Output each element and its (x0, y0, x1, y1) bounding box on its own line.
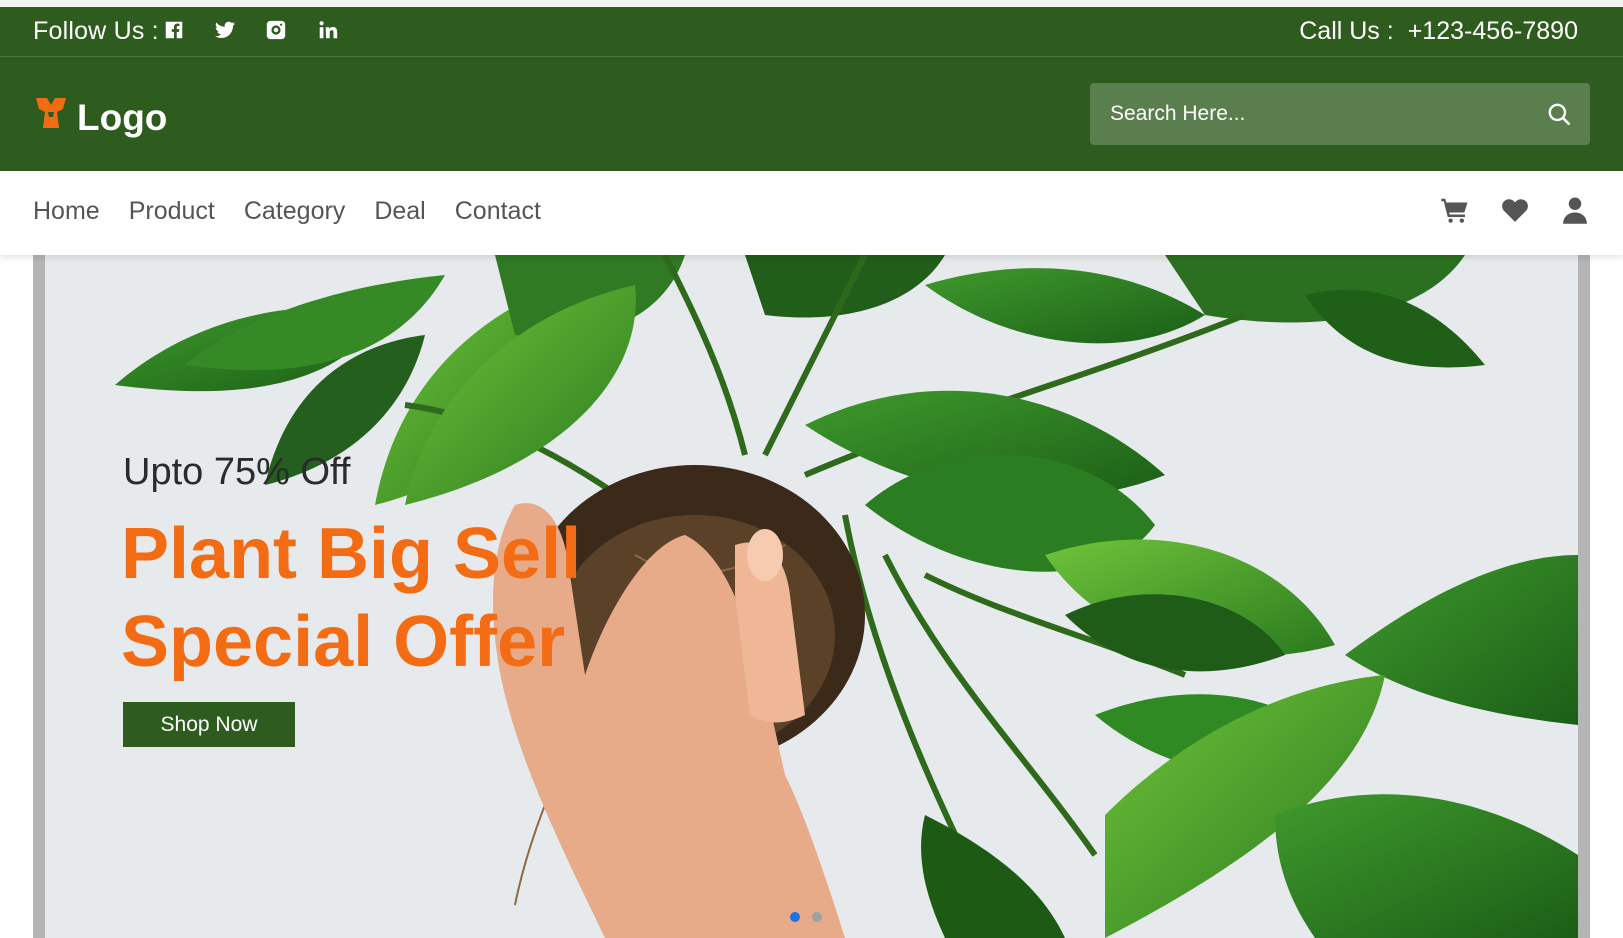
top-bar: Follow Us : Call Us : +123-456-7890 (0, 7, 1623, 57)
call-us-label: Call Us : (1299, 17, 1394, 45)
logo-icon (36, 98, 66, 128)
user-icon[interactable] (1560, 195, 1590, 230)
logo-text: Logo (77, 97, 168, 138)
shop-now-button[interactable]: Shop Now (123, 702, 295, 747)
nav-item-contact[interactable]: Contact (455, 197, 541, 226)
cart-icon[interactable] (1440, 195, 1470, 230)
linkedin-icon[interactable] (317, 19, 339, 41)
hero-title: Plant Big Sell Special Offer (121, 510, 581, 686)
search-bar (1090, 83, 1590, 145)
carousel-indicators (790, 912, 822, 922)
facebook-icon[interactable] (163, 19, 185, 41)
call-us: Call Us : +123-456-7890 (1299, 17, 1578, 46)
follow-us-label: Follow Us : (33, 17, 159, 45)
hero-title-line-2: Special Offer (121, 602, 566, 682)
search-input[interactable] (1108, 101, 1546, 127)
phone-number[interactable]: +123-456-7890 (1408, 17, 1578, 45)
site-header: Logo (0, 57, 1623, 171)
hero-banner: Upto 75% Off Plant Big Sell Special Offe… (45, 255, 1578, 938)
nav-item-deal[interactable]: Deal (374, 197, 425, 226)
carousel-dot-2[interactable] (812, 912, 822, 922)
heart-icon[interactable] (1500, 195, 1530, 230)
nav-item-product[interactable]: Product (129, 197, 215, 226)
nav-icons (1440, 195, 1590, 230)
logo[interactable]: Logo (33, 87, 167, 139)
hero-subtitle: Upto 75% Off (123, 451, 351, 493)
search-icon[interactable] (1546, 101, 1572, 127)
browser-top-strip (0, 0, 1623, 7)
hero-frame: Upto 75% Off Plant Big Sell Special Offe… (33, 255, 1590, 938)
nav-item-home[interactable]: Home (33, 197, 100, 226)
twitter-icon[interactable] (214, 19, 236, 41)
hero-title-line-1: Plant Big Sell (121, 514, 582, 594)
nav-item-category[interactable]: Category (244, 197, 345, 226)
main-nav: Home Product Category Deal Contact (0, 171, 1623, 255)
instagram-icon[interactable] (265, 19, 287, 41)
carousel-dot-1[interactable] (790, 912, 800, 922)
nav-links: Home Product Category Deal Contact (33, 197, 541, 226)
